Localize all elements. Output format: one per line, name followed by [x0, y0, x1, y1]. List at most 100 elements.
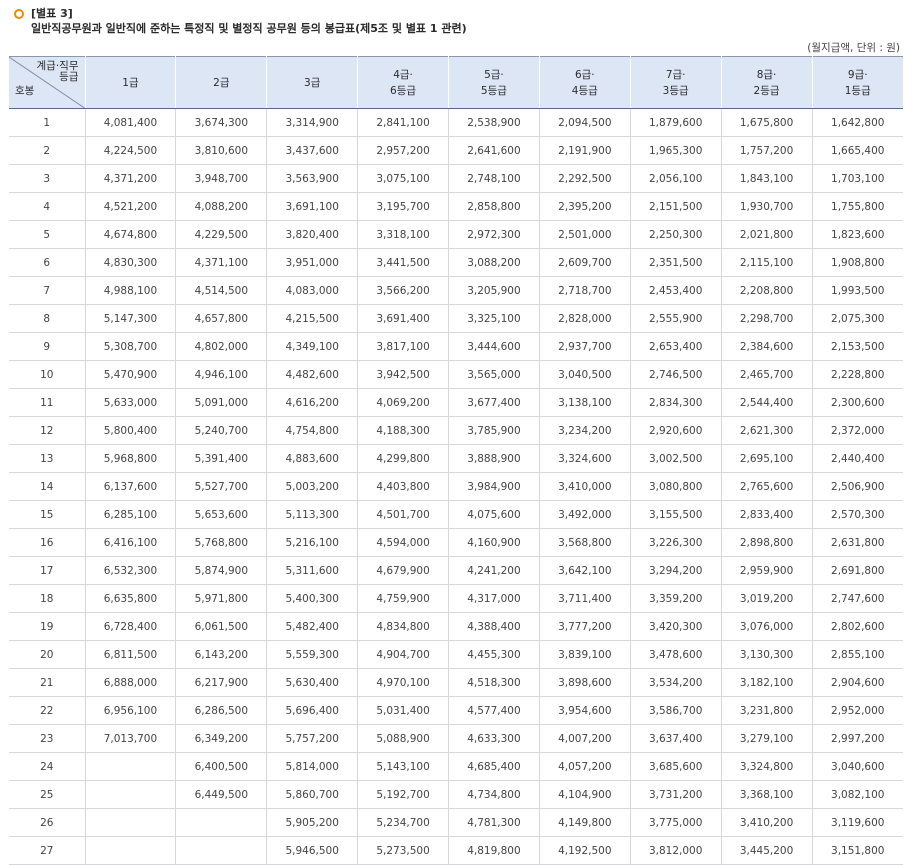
column-header: 6급· 4등급 [538, 56, 631, 109]
column-header-line2: 6등급 [390, 84, 417, 97]
salary-cell: 5,971,800 [175, 584, 268, 613]
salary-cell: 4,521,200 [85, 192, 177, 221]
corner-top-label: 계급·직무 등급 [37, 61, 79, 83]
salary-cell: 3,151,800 [812, 836, 903, 865]
salary-cell: 4,455,300 [448, 640, 540, 669]
column-header-line2: 4등급 [571, 84, 598, 97]
salary-cell: 3,019,200 [721, 584, 813, 613]
salary-cell: 5,860,700 [266, 780, 359, 809]
salary-cell: 4,754,800 [266, 416, 359, 445]
column-header: 9급· 1등급 [811, 56, 903, 109]
salary-cell: 5,482,400 [266, 612, 359, 641]
salary-cell: 3,294,200 [630, 556, 722, 585]
salary-cell: 4,830,300 [85, 248, 177, 277]
column-header-line1: 8급· [756, 68, 777, 81]
salary-cell: 5,091,000 [175, 388, 268, 417]
salary-cell: 4,679,900 [357, 556, 449, 585]
salary-cell: 3,368,100 [721, 780, 813, 809]
salary-cell: 3,785,900 [448, 416, 540, 445]
column-header-line1: 9급· [847, 68, 868, 81]
column-header-line1: 6급· [574, 68, 595, 81]
salary-cell: 1,930,700 [721, 192, 813, 221]
column-header-line2: 1등급 [844, 84, 871, 97]
salary-cell: 5,633,000 [85, 388, 177, 417]
salary-cell: 3,441,500 [357, 248, 449, 277]
salary-cell: 5,147,300 [85, 304, 177, 333]
salary-cell: 2,351,500 [630, 248, 722, 277]
salary-cell: 1,675,800 [721, 108, 813, 137]
step-cell: 25 [9, 780, 86, 809]
salary-cell [85, 752, 177, 781]
salary-cell: 4,946,100 [175, 360, 268, 389]
table-row: 27 5,946,500 5,273,500 4,819,800 4,192,500 3,… [9, 836, 903, 865]
salary-cell: 3,637,400 [630, 724, 722, 753]
salary-cell: 2,056,100 [630, 164, 722, 193]
column-header: 1급 [84, 56, 177, 109]
table-row: 1 4,081,400 3,674,300 3,314,900 2,841,100 2,5… [9, 108, 903, 137]
salary-cell [85, 836, 177, 865]
salary-cell: 3,314,900 [266, 108, 359, 137]
salary-cell: 2,191,900 [539, 136, 631, 165]
salary-cell: 4,371,100 [175, 248, 268, 277]
table-row: 13 5,968,800 5,391,400 4,883,600 4,299,800 3,… [9, 444, 903, 473]
salary-cell: 2,828,000 [539, 304, 631, 333]
salary-cell: 3,130,300 [721, 640, 813, 669]
salary-cell: 4,834,800 [357, 612, 449, 641]
salary-cell: 3,492,000 [539, 500, 631, 529]
step-cell: 27 [9, 836, 86, 865]
salary-cell: 2,695,100 [721, 444, 813, 473]
table-row: 11 5,633,000 5,091,000 4,616,200 4,069,200 3,… [9, 388, 903, 417]
salary-cell: 5,192,700 [357, 780, 449, 809]
salary-cell: 4,007,200 [539, 724, 631, 753]
salary-cell: 5,031,400 [357, 696, 449, 725]
salary-cell: 3,279,100 [721, 724, 813, 753]
salary-cell: 3,075,100 [357, 164, 449, 193]
salary-cell: 5,527,700 [175, 472, 268, 501]
salary-cell: 5,308,700 [85, 332, 177, 361]
salary-cell: 1,879,600 [630, 108, 722, 137]
step-cell: 12 [9, 416, 86, 445]
salary-cell: 5,653,600 [175, 500, 268, 529]
salary-cell: 4,371,200 [85, 164, 177, 193]
salary-cell: 4,069,200 [357, 388, 449, 417]
salary-cell: 3,119,600 [812, 808, 903, 837]
salary-cell: 2,555,900 [630, 304, 722, 333]
step-cell: 19 [9, 612, 86, 641]
salary-cell: 3,359,200 [630, 584, 722, 613]
orange-circle-bullet-icon [14, 9, 24, 19]
table-row: 16 6,416,100 5,768,800 5,216,100 4,594,000 4,… [9, 528, 903, 557]
salary-cell: 5,814,000 [266, 752, 359, 781]
column-header-line1: 2급 [213, 76, 230, 89]
salary-cell: 4,215,500 [266, 304, 359, 333]
salary-cell: 1,843,100 [721, 164, 813, 193]
salary-cell: 4,970,100 [357, 668, 449, 697]
salary-cell: 2,292,500 [539, 164, 631, 193]
salary-cell: 3,898,600 [539, 668, 631, 697]
column-header: 2급 [175, 56, 268, 109]
salary-cell: 2,021,800 [721, 220, 813, 249]
step-cell: 10 [9, 360, 86, 389]
salary-cell: 4,819,800 [448, 836, 540, 865]
table-row: 22 6,956,100 6,286,500 5,696,400 5,031,400 4,… [9, 696, 903, 725]
salary-cell: 4,482,600 [266, 360, 359, 389]
table-row: 12 5,800,400 5,240,700 4,754,800 4,188,300 3,… [9, 416, 903, 445]
column-header-line1: 7급· [665, 68, 686, 81]
salary-cell: 4,160,900 [448, 528, 540, 557]
table-row: 14 6,137,600 5,527,700 5,003,200 4,403,800 3,… [9, 472, 903, 501]
table-title: 일반직공무원과 일반직에 준하는 특정직 및 별정직 공무원 등의 봉급표(제5… [31, 22, 467, 35]
salary-cell: 3,691,400 [357, 304, 449, 333]
salary-cell: 2,506,900 [812, 472, 903, 501]
salary-cell: 2,250,300 [630, 220, 722, 249]
step-cell: 8 [9, 304, 86, 333]
salary-cell: 3,445,200 [721, 836, 813, 865]
salary-cell: 3,810,600 [175, 136, 268, 165]
salary-cell: 3,002,500 [630, 444, 722, 473]
salary-cell: 4,685,400 [448, 752, 540, 781]
step-cell: 4 [9, 192, 86, 221]
salary-cell: 3,234,200 [539, 416, 631, 445]
salary-cell: 4,224,500 [85, 136, 177, 165]
salary-cell: 2,094,500 [539, 108, 631, 137]
table-row: 2 4,224,500 3,810,600 3,437,600 2,957,200 2,6… [9, 136, 903, 165]
salary-cell: 5,470,900 [85, 360, 177, 389]
salary-cell: 4,633,300 [448, 724, 540, 753]
